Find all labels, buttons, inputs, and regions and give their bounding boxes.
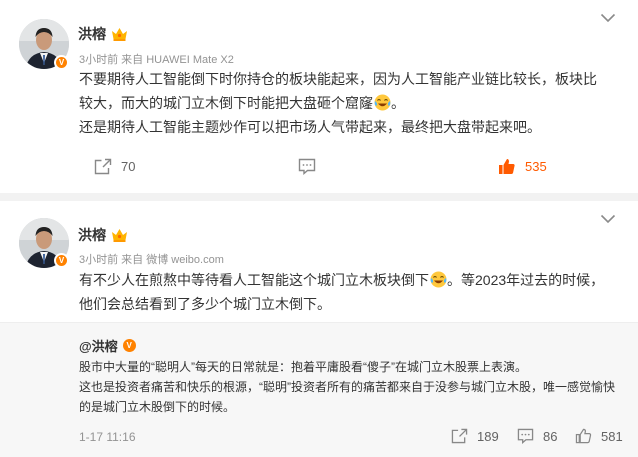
quoted-comment-button[interactable]: 86 (517, 428, 557, 444)
chevron-down-icon[interactable] (600, 214, 616, 224)
quoted-timestamp[interactable]: 1-17 11:16 (79, 430, 136, 444)
quoted-text-line1: 股市中大量的“聪明人”每天的日常就是：抱着平庸股看“傻子”在城门立木股票上表演。 (79, 360, 527, 374)
thumbs-up-icon (499, 159, 515, 174)
crown-icon (112, 27, 127, 41)
laughing-tears-emoji-icon (374, 94, 391, 111)
like-count: 535 (525, 159, 547, 174)
quoted-comment-count: 86 (543, 428, 558, 444)
quoted-like-button[interactable]: 581 (575, 428, 623, 444)
like-button[interactable]: 535 (498, 158, 547, 175)
quoted-repost-button[interactable]: 189 (451, 428, 499, 444)
author-name[interactable]: 洪榕 (78, 24, 106, 44)
repost-icon (94, 158, 112, 175)
verified-badge-icon: V (54, 55, 69, 70)
post-text-line1: 不要期待人工智能倒下时你持仓的板块能起来，因为人工智能产业链比较长，板块比较大，… (79, 71, 597, 111)
post-text-line2: 还是期待人工智能主题炒作可以把市场人气带起来，最终把大盘带起来吧。 (79, 119, 541, 135)
weibo-post-2: V 洪榕 3小时前 来自 微博 weibo.com 有不少人在煎熬中等待看人工智… (0, 201, 638, 457)
post-text-line1-end: 。 (391, 95, 405, 111)
post-meta: 3小时前 来自 微博 weibo.com (79, 254, 224, 266)
verified-badge-icon: V (54, 253, 69, 268)
laughing-tears-emoji-icon (430, 271, 447, 288)
repost-count: 70 (121, 159, 136, 174)
quoted-text: 股市中大量的“聪明人”每天的日常就是：抱着平庸股看“傻子”在城门立木股票上表演。… (79, 357, 620, 417)
crown-icon (112, 228, 127, 242)
weibo-post-1: V 洪榕 3小时前 来自 HUAWEI Mate X2 不要期待人工智能倒下时你… (0, 0, 638, 193)
comment-icon (517, 428, 534, 444)
comment-button[interactable] (298, 158, 316, 175)
repost-button[interactable]: 70 (94, 158, 135, 175)
post-text: 不要期待人工智能倒下时你持仓的板块能起来，因为人工智能产业链比较长，板块比较大，… (79, 67, 610, 139)
quoted-repost-count: 189 (477, 428, 499, 444)
quoted-author-name[interactable]: @洪榕 (79, 336, 118, 355)
quoted-like-count: 581 (601, 428, 623, 444)
author-name[interactable]: 洪榕 (78, 225, 106, 245)
quoted-footer: 1-17 11:16 189 86 581 (0, 428, 638, 448)
post-text: 有不少人在煎熬中等待看人工智能这个城门立木板块倒下 。等2023年过去的时候，他们… (79, 268, 610, 316)
thumbs-up-icon (575, 428, 592, 444)
post-actions: 70 535 (0, 158, 638, 178)
post-text-part1: 有不少人在煎熬中等待看人工智能这个城门立木板块倒下 (79, 272, 429, 288)
quoted-text-line2: 这也是投资者痛苦和快乐的根源，“聪明”投资者所有的痛苦都来自于没参与城门立木股，… (79, 380, 615, 414)
comment-icon (298, 158, 316, 175)
repost-icon (451, 428, 468, 444)
chevron-down-icon[interactable] (600, 13, 616, 23)
quoted-post[interactable]: @洪榕 V 股市中大量的“聪明人”每天的日常就是：抱着平庸股看“傻子”在城门立木… (0, 322, 638, 457)
verified-badge-icon: V (122, 339, 136, 352)
post-meta: 3小时前 来自 HUAWEI Mate X2 (79, 54, 234, 66)
